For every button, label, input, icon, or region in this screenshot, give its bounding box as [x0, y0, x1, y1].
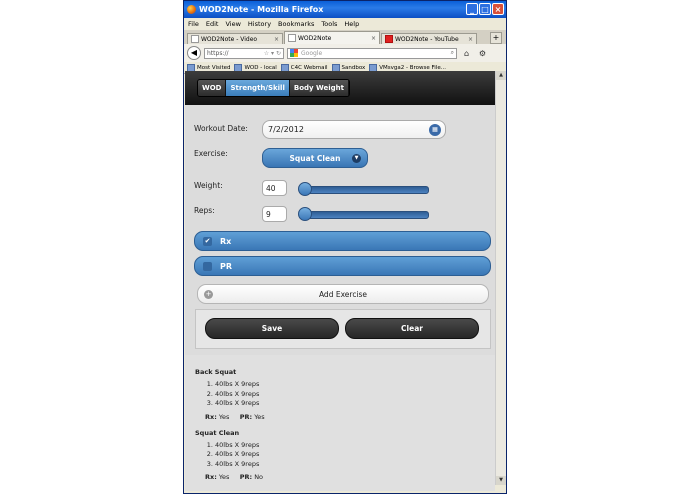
list-item: 40lbs X 9reps: [215, 450, 495, 460]
entry-form: Workout Date: 7/2/2012 ▦ Exercise: Squat…: [185, 105, 495, 355]
firefox-icon: [187, 5, 196, 14]
workout-type-tabs: WOD Strength/Skill Body Weight: [197, 79, 350, 97]
menu-bookmarks[interactable]: Bookmarks: [278, 20, 314, 28]
page-content: WOD Strength/Skill Body Weight Workout D…: [185, 71, 495, 491]
scroll-up-icon[interactable]: ▲: [496, 71, 506, 80]
menu-tools[interactable]: Tools: [321, 20, 337, 28]
addons-icon[interactable]: ⚙: [476, 48, 489, 59]
menu-file[interactable]: File: [188, 20, 199, 28]
star-icon[interactable]: ☆ ▾ ↻: [264, 50, 281, 57]
url-bar[interactable]: https:// ☆ ▾ ↻: [204, 47, 284, 59]
search-icon[interactable]: ⌕: [451, 49, 454, 57]
list-item: 40lbs X 9reps: [215, 390, 495, 400]
maximize-icon[interactable]: □: [479, 3, 491, 15]
new-tab-icon[interactable]: +: [490, 32, 502, 44]
date-label: Workout Date:: [194, 124, 248, 133]
window-titlebar[interactable]: WOD2Note - Mozilla Firefox _ □ ×: [184, 1, 506, 18]
exercise-label: Exercise:: [194, 149, 228, 158]
history-entry: Back Squat 40lbs X 9reps 40lbs X 9reps 4…: [195, 368, 495, 421]
reps-slider[interactable]: [298, 207, 429, 221]
clear-button[interactable]: Clear: [345, 318, 479, 339]
history-sets: 40lbs X 9reps 40lbs X 9reps 40lbs X 9rep…: [195, 380, 495, 409]
history-flags: Rx: Yes PR: No: [205, 473, 264, 481]
browser-window: WOD2Note - Mozilla Firefox _ □ × File Ed…: [183, 0, 507, 494]
browser-tab-active[interactable]: WOD2Note ×: [284, 31, 380, 44]
weight-slider[interactable]: [298, 182, 429, 196]
nav-bar: ◀ https:// ☆ ▾ ↻ Google ⌕ ⌂ ⚙: [184, 44, 506, 62]
url-text: https://: [207, 49, 229, 57]
google-icon: [290, 49, 298, 57]
tab-wod[interactable]: WOD: [198, 80, 227, 96]
menu-edit[interactable]: Edit: [206, 20, 219, 28]
weight-input[interactable]: 40: [262, 180, 287, 196]
exercise-select[interactable]: Squat Clean ▼: [262, 148, 368, 168]
youtube-icon: [385, 35, 393, 43]
app-header: WOD Strength/Skill Body Weight: [185, 71, 495, 105]
action-buttons: Save Clear: [195, 309, 491, 349]
history-sets: 40lbs X 9reps 40lbs X 9reps 40lbs X 9rep…: [195, 441, 495, 470]
browser-tab[interactable]: WOD2Note - Video ×: [187, 33, 283, 44]
tab-close-icon[interactable]: ×: [468, 36, 473, 43]
reps-slider-handle[interactable]: [298, 207, 312, 221]
weight-slider-handle[interactable]: [298, 182, 312, 196]
save-button[interactable]: Save: [205, 318, 339, 339]
rx-checkbox[interactable]: ✔ Rx: [194, 231, 491, 251]
minimize-icon[interactable]: _: [466, 3, 478, 15]
back-icon[interactable]: ◀: [187, 46, 201, 60]
pr-checkbox[interactable]: PR: [194, 256, 491, 276]
tab-strength-skill[interactable]: Strength/Skill: [226, 80, 290, 96]
chevron-down-icon: ▼: [352, 154, 361, 163]
tab-bar: WOD2Note - Video × WOD2Note × WOD2Note -…: [184, 30, 506, 44]
checkmark-icon: ✔: [203, 236, 212, 246]
window-title: WOD2Note - Mozilla Firefox: [199, 5, 324, 14]
checkbox-empty-icon: [203, 261, 212, 271]
page-icon: [288, 34, 296, 42]
reps-input[interactable]: 9: [262, 206, 287, 222]
browser-tab[interactable]: WOD2Note - YouTube ×: [381, 33, 477, 44]
page-icon: [191, 35, 199, 43]
weight-label: Weight:: [194, 181, 223, 190]
tab-close-icon[interactable]: ×: [274, 36, 279, 43]
plus-icon: +: [204, 290, 213, 299]
list-item: 40lbs X 9reps: [215, 441, 495, 451]
close-icon[interactable]: ×: [492, 3, 504, 15]
home-icon[interactable]: ⌂: [460, 48, 473, 59]
history-entry: Squat Clean 40lbs X 9reps 40lbs X 9reps …: [195, 429, 495, 482]
list-item: 40lbs X 9reps: [215, 460, 495, 470]
menu-help[interactable]: Help: [344, 20, 359, 28]
calendar-icon[interactable]: ▦: [429, 124, 441, 136]
menu-history[interactable]: History: [248, 20, 271, 28]
search-input[interactable]: Google ⌕: [287, 47, 457, 59]
scrollbar[interactable]: ▲ ▼: [495, 71, 506, 485]
history-flags: Rx: Yes PR: Yes: [205, 412, 265, 421]
scroll-down-icon[interactable]: ▼: [496, 476, 506, 485]
add-exercise-button[interactable]: + Add Exercise: [197, 284, 489, 304]
menu-view[interactable]: View: [225, 20, 240, 28]
tab-close-icon[interactable]: ×: [371, 35, 376, 42]
date-input[interactable]: 7/2/2012 ▦: [262, 120, 446, 139]
reps-label: Reps:: [194, 206, 215, 215]
list-item: 40lbs X 9reps: [215, 399, 495, 409]
history-exercise-name: Squat Clean: [195, 428, 240, 437]
list-item: 40lbs X 9reps: [215, 380, 495, 390]
menu-bar: File Edit View History Bookmarks Tools H…: [184, 18, 506, 30]
tab-body-weight[interactable]: Body Weight: [289, 80, 349, 96]
exercise-history: Back Squat 40lbs X 9reps 40lbs X 9reps 4…: [185, 355, 495, 481]
history-exercise-name: Back Squat: [195, 368, 237, 376]
